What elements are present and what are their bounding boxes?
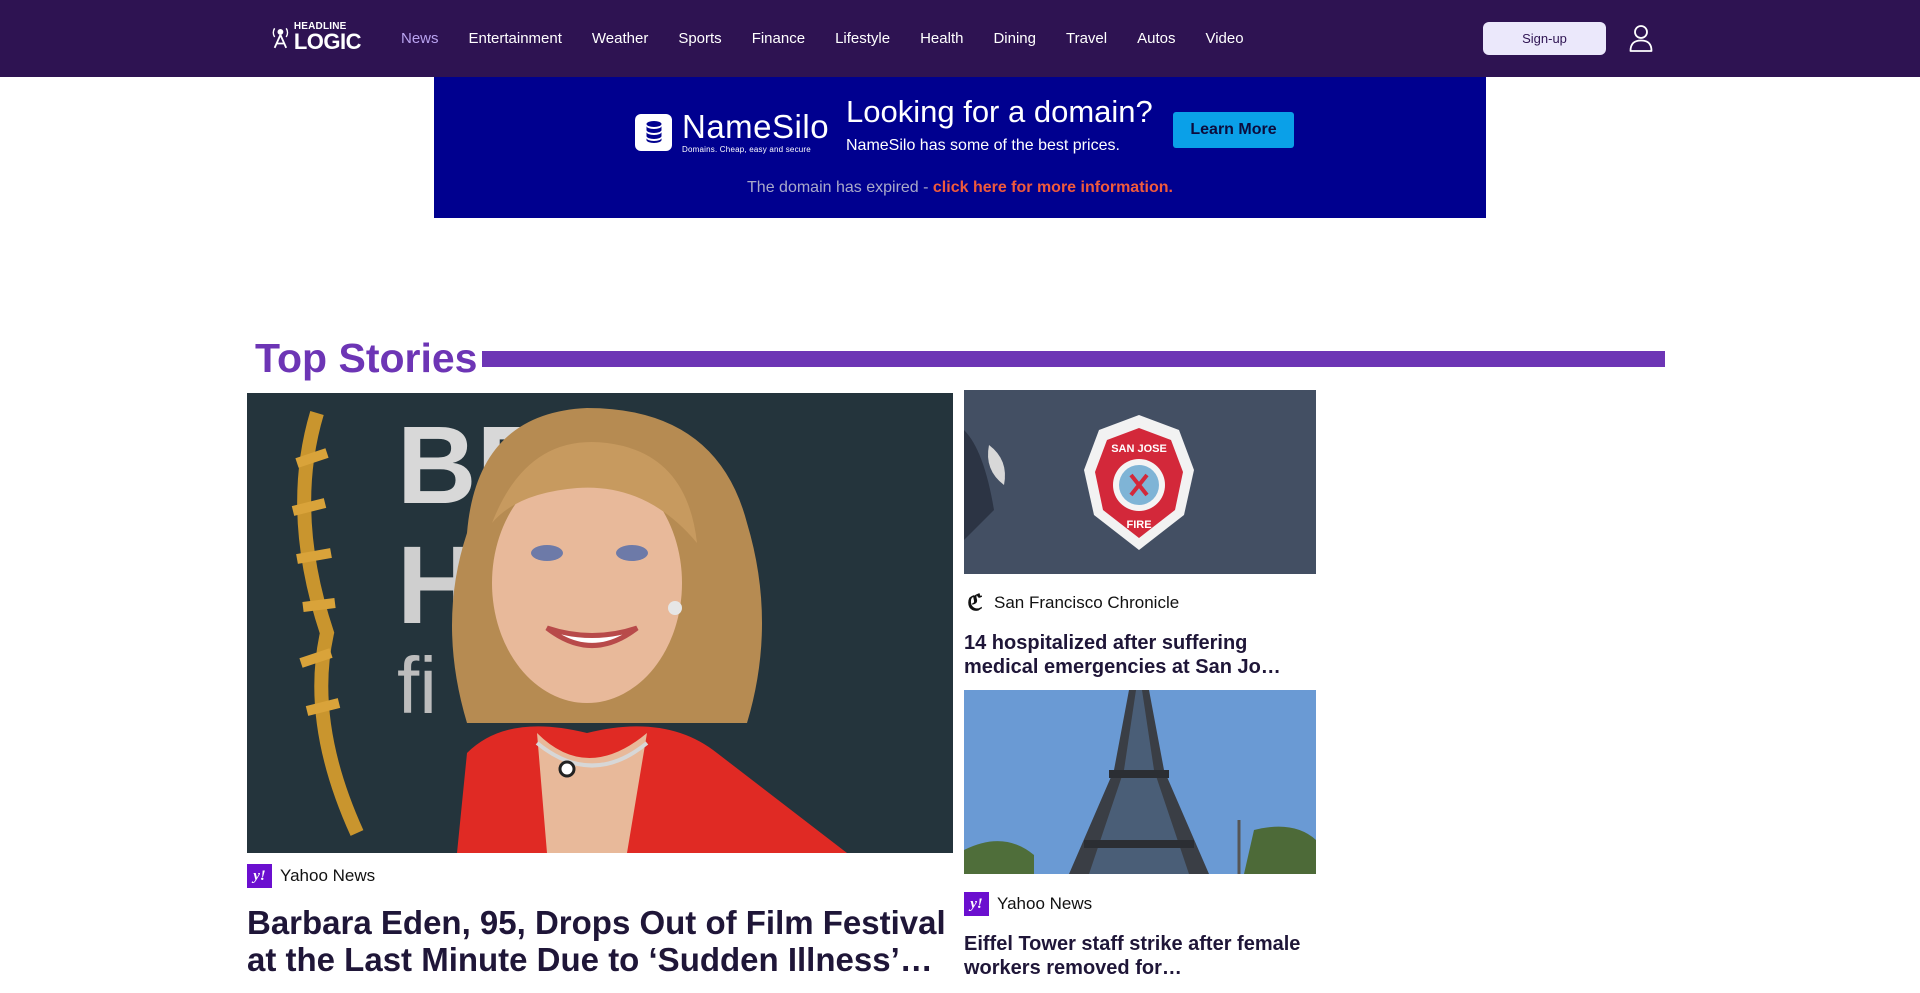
side-story-1-title[interactable]: 14 hospitalized after suffering medical … — [964, 631, 1316, 679]
ad-subtext: NameSilo has some of the best prices. — [846, 137, 1120, 154]
side-story-1-source[interactable]: ℭ San Francisco Chronicle — [964, 590, 1180, 615]
main-story-image[interactable]: BE H fi — [247, 393, 953, 853]
yahoo-icon: y! — [247, 864, 272, 888]
top-navigation-bar: HEADLINE LOGIC News Entertainment Weathe… — [0, 0, 1920, 77]
nav-item-video[interactable]: Video — [1205, 30, 1243, 47]
namesilo-tagline: Domains. Cheap, easy and secure — [682, 145, 811, 154]
side-story-2-image[interactable] — [964, 690, 1316, 874]
main-story-photo: BE H fi — [247, 393, 953, 853]
learn-more-button[interactable]: Learn More — [1173, 112, 1294, 148]
nav-item-news[interactable]: News — [401, 30, 439, 47]
domain-expired-notice: The domain has expired - click here for … — [434, 179, 1486, 197]
main-story-source-name: Yahoo News — [280, 866, 376, 885]
side-story-1-image[interactable]: SAN JOSE FIRE — [964, 390, 1316, 574]
database-icon-svg — [646, 121, 661, 143]
svg-text:SAN JOSE: SAN JOSE — [1111, 443, 1167, 455]
namesilo-logo[interactable]: NameSilo Domains. Cheap, easy and secure — [635, 110, 829, 154]
nav-item-lifestyle[interactable]: Lifestyle — [835, 30, 890, 47]
expired-text: The domain has expired - — [747, 179, 933, 196]
main-story-source[interactable]: y! Yahoo News — [247, 864, 375, 888]
side-story-2-source-name: Yahoo News — [997, 894, 1093, 913]
nav-item-travel[interactable]: Travel — [1066, 30, 1107, 47]
side-story-2-title[interactable]: Eiffel Tower staff strike after female w… — [964, 932, 1316, 980]
database-icon — [635, 113, 672, 151]
section-title: Top Stories — [255, 335, 478, 381]
ad-banner[interactable]: NameSilo Domains. Cheap, easy and secure… — [434, 77, 1486, 218]
side-story-2-photo — [964, 690, 1316, 874]
headline-logic-logo-icon — [272, 27, 289, 49]
nav-item-entertainment[interactable]: Entertainment — [469, 30, 562, 47]
nav-item-health[interactable]: Health — [920, 30, 963, 47]
nav-item-autos[interactable]: Autos — [1137, 30, 1175, 47]
namesilo-wordmark: NameSilo Domains. Cheap, easy and secure — [682, 110, 829, 154]
side-story-1-source-name: San Francisco Chronicle — [994, 593, 1180, 612]
logo-big-text: LOGIC — [293, 28, 362, 54]
nav-item-finance[interactable]: Finance — [752, 30, 805, 47]
namesilo-brand: NameSilo — [682, 108, 830, 145]
main-nav: News Entertainment Weather Sports Financ… — [401, 0, 1274, 77]
svg-text:FIRE: FIRE — [1126, 519, 1151, 531]
side-story-2-source[interactable]: y! Yahoo News — [964, 892, 1092, 916]
logo-text: HEADLINE LOGIC — [293, 21, 362, 54]
nav-item-dining[interactable]: Dining — [993, 30, 1036, 47]
site-logo[interactable]: HEADLINE LOGIC — [271, 20, 362, 54]
chronicle-icon: ℭ — [967, 590, 983, 615]
main-story-title[interactable]: Barbara Eden, 95, Drops Out of Film Fest… — [247, 904, 953, 978]
yahoo-icon: y! — [964, 892, 989, 916]
section-divider — [482, 351, 1665, 367]
nav-item-weather[interactable]: Weather — [592, 30, 648, 47]
svg-text:fi: fi — [397, 641, 437, 730]
expired-info-link[interactable]: click here for more information. — [933, 179, 1173, 196]
signup-button[interactable]: Sign-up — [1483, 22, 1606, 55]
ad-headline: Looking for a domain? — [846, 94, 1153, 129]
side-story-1-photo: SAN JOSE FIRE — [964, 390, 1316, 574]
user-icon[interactable] — [1629, 24, 1653, 52]
nav-item-sports[interactable]: Sports — [678, 30, 721, 47]
